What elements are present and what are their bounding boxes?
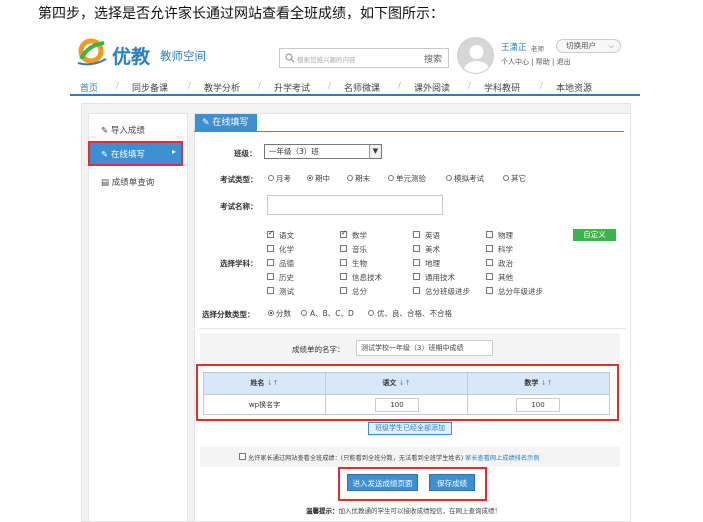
search-placeholder: 搜索您感兴趣的内容 — [297, 56, 356, 64]
chevron-down-icon: ▼ — [369, 145, 381, 158]
report-name-label: 成绩单的名字： — [292, 345, 345, 354]
search-icon — [285, 53, 295, 63]
subject-checkbox-politics[interactable] — [486, 259, 493, 266]
subject-checkbox-chemistry[interactable] — [267, 245, 274, 252]
user-name[interactable]: 王潇正 — [501, 41, 527, 53]
pencil-icon: ✎ — [202, 118, 210, 128]
column-header-chinese[interactable]: 语文 ↓↑ — [326, 373, 468, 394]
ranking-example-link[interactable]: 家长查看网上成绩排名示例 — [465, 455, 539, 462]
nav-reading[interactable]: 课外阅读 — [414, 81, 450, 94]
nav-research[interactable]: 学科教研 — [484, 81, 520, 94]
column-header-math[interactable]: 数学 ↓↑ — [468, 373, 609, 394]
exam-type-radio-other[interactable] — [503, 175, 509, 181]
user-role: 老师 — [531, 45, 544, 53]
custom-subject-button[interactable]: 自定义 — [573, 229, 616, 241]
exam-type-radio-mock[interactable] — [446, 175, 452, 181]
subject-checkbox-morality[interactable] — [267, 259, 274, 266]
score-type-radio-grade[interactable] — [368, 310, 374, 316]
chinese-score-input[interactable]: 100 — [375, 398, 419, 412]
sidebar-item-label: ✎ 在线填写 — [101, 150, 145, 160]
class-label: 班级： — [234, 149, 257, 158]
add-students-button[interactable]: 班级学生已经全部添加 — [368, 422, 452, 435]
table-cell-student-name: wp换名字 — [204, 395, 326, 415]
column-header-name[interactable]: 姓名 ↓↑ — [204, 373, 326, 394]
tip-text: 温馨提示：加入优教通的学生可以接收成绩短信，在网上查询成绩！ — [306, 507, 501, 515]
class-select[interactable]: 一年级（3）班 ▼ — [264, 144, 382, 159]
subject-checkbox-total[interactable] — [340, 287, 347, 294]
subject-checkbox-class-progress[interactable] — [413, 287, 420, 294]
exam-type-radio-final[interactable] — [347, 175, 353, 181]
save-scores-button[interactable]: 保存成绩 — [429, 474, 475, 491]
nav-home[interactable]: 首页 — [80, 81, 98, 94]
nav-micro-lessons[interactable]: 名师微课 — [344, 81, 380, 94]
allow-parents-text: 允许家长通过网站查看全班成绩：(只能看到全班分数，无法看到全班学生姓名) 家长查… — [248, 455, 540, 462]
subject-checkbox-music[interactable] — [340, 245, 347, 252]
exam-type-radio-midterm[interactable] — [307, 175, 313, 181]
exam-type-radio-unit[interactable] — [388, 175, 394, 181]
table-cell-math: 100 — [468, 395, 609, 415]
subject-label: 选择学科： — [220, 259, 258, 268]
sidebar — [88, 113, 188, 522]
search-button[interactable]: 搜索 — [424, 52, 442, 65]
sidebar-item-label: 导入成绩 — [110, 126, 145, 136]
send-scores-button[interactable]: 进入发送成绩页面 — [347, 474, 418, 491]
brand-name: 优教 — [112, 46, 151, 68]
exam-name-input[interactable] — [267, 195, 443, 215]
table-cell-chinese: 100 — [326, 395, 468, 415]
nav-lesson-prep[interactable]: 同步备课 — [132, 81, 168, 94]
brand-subtitle: 教师空间 — [160, 49, 206, 63]
score-type-radio-letter[interactable] — [301, 310, 307, 316]
avatar[interactable] — [457, 37, 494, 74]
report-icon: ▤ — [101, 178, 110, 188]
allow-parents-checkbox[interactable] — [239, 453, 246, 460]
nav-local-resources[interactable]: 本地资源 — [556, 81, 592, 94]
subject-checkbox-test[interactable] — [267, 287, 274, 294]
subject-checkbox-math[interactable] — [340, 229, 347, 238]
pencil-icon: ✎ — [101, 126, 109, 136]
user-silhouette-icon — [463, 45, 490, 73]
subject-checkbox-physics[interactable] — [486, 231, 493, 238]
score-table: 姓名 ↓↑ 语文 ↓↑ 数学 ↓↑ wp换名字 100 100 — [203, 372, 610, 415]
sidebar-item-online-entry[interactable]: ✎ 在线填写 ▸ — [88, 141, 183, 166]
user-links[interactable]: 个人中心 | 帮助 | 退出 — [501, 57, 571, 67]
switch-user-button[interactable]: 切换用户 ⌵ — [556, 39, 621, 53]
math-score-input[interactable]: 100 — [516, 398, 560, 412]
subject-checkbox-science[interactable] — [486, 245, 493, 252]
subject-checkbox-english[interactable] — [413, 231, 420, 238]
instruction-text: 第四步，选择是否允许家长通过网站查看全班成绩，如下图所示： — [38, 6, 444, 22]
subject-checkbox-history[interactable] — [267, 273, 274, 280]
nav-entrance-exam[interactable]: 升学考试 — [274, 81, 310, 94]
sidebar-item-import[interactable]: ✎ 导入成绩 — [101, 124, 145, 136]
sidebar-item-label: 成绩单查询 — [111, 178, 155, 188]
report-name-input[interactable]: 测试学校一年级（3）班期中成绩 — [356, 340, 493, 356]
exam-type-radio-monthly[interactable] — [268, 175, 274, 181]
subject-checkbox-general-tech[interactable] — [413, 273, 420, 280]
pencil-icon: ✎ — [101, 150, 109, 160]
exam-type-label: 考试类型： — [220, 175, 258, 184]
subject-checkbox-art[interactable] — [413, 245, 420, 252]
subject-checkbox-chinese[interactable] — [267, 229, 274, 238]
nav-teaching-analysis[interactable]: 教学分析 — [204, 81, 240, 94]
subject-checkbox-it[interactable] — [340, 273, 347, 280]
exam-name-label: 考试名称： — [220, 202, 258, 211]
score-type-radio-points[interactable] — [268, 310, 274, 316]
switch-user-label: 切换用户 — [566, 41, 596, 50]
sidebar-item-report-query[interactable]: ▤ 成绩单查询 — [101, 176, 154, 188]
chevron-right-icon: ▸ — [171, 147, 176, 156]
tab-online-entry[interactable]: ✎ 在线填写 — [195, 114, 257, 132]
sort-icon: ↓↑ — [540, 379, 553, 387]
sort-icon: ↓↑ — [266, 379, 279, 387]
subject-checkbox-other[interactable] — [486, 273, 493, 280]
logo-mark-icon — [77, 38, 107, 66]
search-input[interactable]: 搜索您感兴趣的内容 搜索 — [279, 48, 449, 68]
subject-checkbox-grade-progress[interactable] — [486, 287, 493, 294]
main-nav: 首页 / 同步备课 / 教学分析 / 升学考试 / 名师微课 / 课外阅读 / … — [70, 79, 640, 96]
chevron-down-icon: ⌵ — [608, 42, 614, 50]
subject-checkbox-geography[interactable] — [413, 259, 420, 266]
sort-icon: ↓↑ — [398, 379, 411, 387]
score-type-label: 选择分数类型： — [202, 310, 255, 319]
subject-checkbox-biology[interactable] — [340, 259, 347, 266]
